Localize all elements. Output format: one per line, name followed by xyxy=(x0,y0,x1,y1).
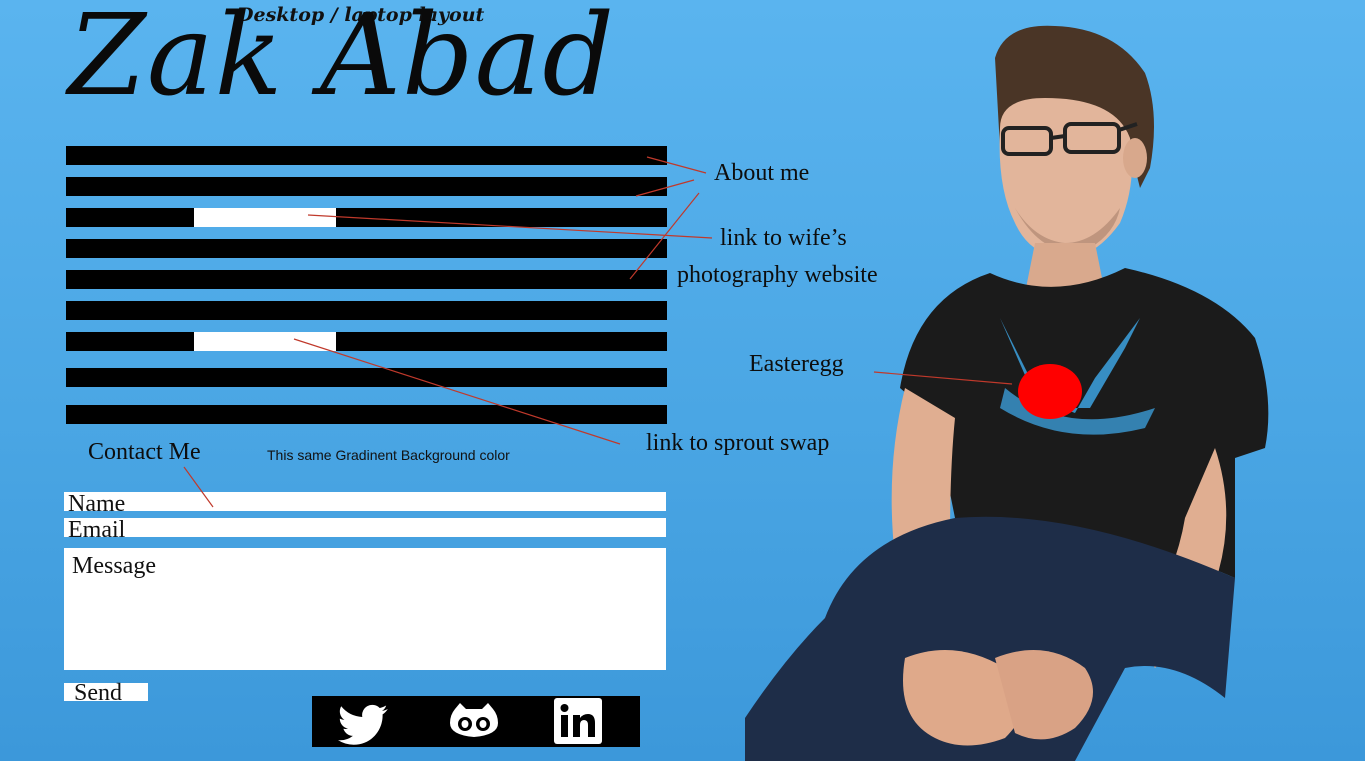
text-line xyxy=(66,146,667,165)
text-line xyxy=(66,177,667,196)
annotation-contact-me: Contact Me xyxy=(88,439,201,465)
message-field[interactable]: Message xyxy=(64,548,666,670)
text-line xyxy=(66,405,667,424)
text-line xyxy=(66,332,667,351)
send-button[interactable]: Send xyxy=(64,681,148,705)
text-line xyxy=(66,301,667,320)
email-field[interactable]: Email xyxy=(64,518,666,542)
linkedin-icon[interactable] xyxy=(554,698,602,749)
text-line xyxy=(66,368,667,387)
line-sprout-swap xyxy=(293,338,621,445)
text-line xyxy=(66,208,667,227)
text-line xyxy=(66,239,667,258)
social-links-bar xyxy=(312,696,640,747)
annotation-gradient-note: This same Gradinent Background color xyxy=(267,447,510,463)
name-field[interactable]: Name xyxy=(64,492,666,516)
sprout-swap-link[interactable] xyxy=(194,332,336,351)
github-icon[interactable] xyxy=(446,699,502,750)
profile-photo xyxy=(745,25,1269,761)
wife-photography-link[interactable] xyxy=(194,208,336,227)
easteregg-button[interactable] xyxy=(1018,364,1082,419)
twitter-icon[interactable] xyxy=(336,696,396,752)
text-line xyxy=(66,270,667,289)
site-title: Zak Abad xyxy=(68,0,616,121)
